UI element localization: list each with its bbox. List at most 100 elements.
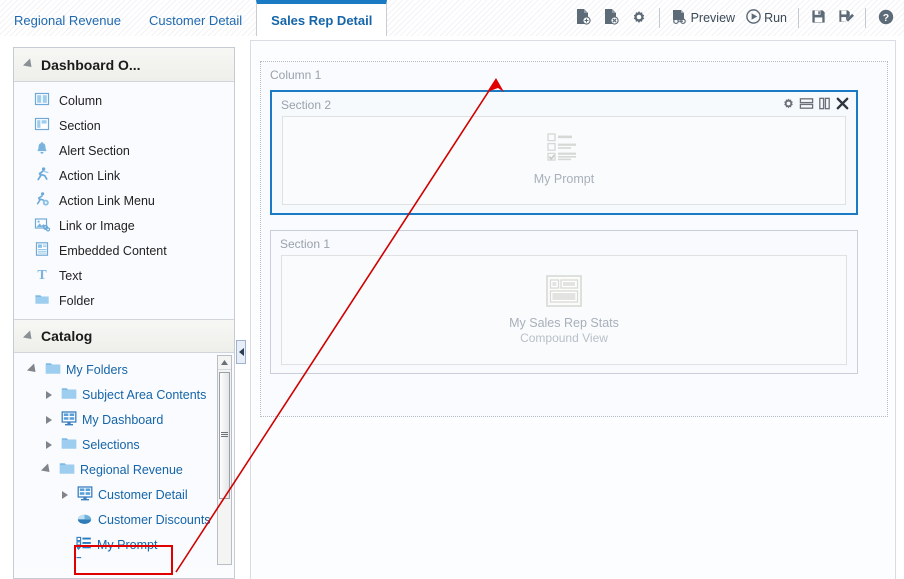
expand-toggle[interactable] [42,390,56,399]
dashboard-objects-list: Column Section Alert Section Action Link… [14,82,234,319]
tree-node-my-prompt[interactable]: My Prompt [14,532,234,557]
section-1-placeholder-label: My Sales Rep Stats [509,315,619,330]
dashboard-objects-title: Dashboard O... [41,56,141,73]
expand-toggle[interactable] [42,440,56,449]
text-icon: T [34,266,50,285]
object-item-link-or-image[interactable]: Link or Image [14,213,234,238]
section-2-dropzone[interactable]: My Prompt [282,116,846,205]
expand-toggle[interactable] [58,490,72,499]
expand-toggle[interactable] [42,415,56,424]
delete-page-icon [602,8,620,29]
section-1-placeholder-sublabel: Compound View [520,331,608,346]
object-item-embedded-content[interactable]: Embedded Content [14,238,234,263]
tree-node-customer-discounts[interactable]: Customer Discounts [14,507,234,532]
object-item-label: Action Link [59,168,121,183]
tree-node-my-folders[interactable]: My Folders [14,357,234,382]
preview-label: Preview [690,11,736,25]
tree-node-my-dashboard[interactable]: My Dashboard [14,407,234,432]
tab-label: Sales Rep Detail [271,12,373,28]
folder-icon [61,386,77,403]
action-link-menu-icon [34,191,50,210]
save-button[interactable] [805,5,832,31]
delete-page-button[interactable] [597,5,625,31]
add-page-button[interactable] [569,5,597,31]
object-item-section[interactable]: Section [14,113,234,138]
column-title: Column 1 [270,68,322,82]
save-as-button[interactable] [832,5,859,31]
scroll-up-arrow[interactable] [218,356,231,370]
dashboard-canvas: Column 1 Section 2 My Prompt Section 1 M… [250,40,896,579]
dashboard-objects-header[interactable]: Dashboard O... [14,48,234,82]
section-title: Section 2 [281,98,332,112]
tree-node-label: My Folders [66,362,128,377]
embedded-content-icon [34,241,50,260]
expand-toggle[interactable] [40,463,54,476]
tab-customer-detail[interactable]: Customer Detail [135,4,256,36]
save-icon [810,8,827,28]
tree-node-regional-revenue[interactable]: Regional Revenue [14,457,234,482]
prompt-icon [76,557,92,567]
tree-node-selections[interactable]: Selections [14,432,234,457]
run-button[interactable]: Run [740,5,792,31]
run-label: Run [764,11,787,25]
tree-node-customer-detail[interactable]: Customer Detail [14,482,234,507]
section-1-dropzone[interactable]: My Sales Rep Stats Compound View [281,255,847,365]
tab-regional-revenue[interactable]: Regional Revenue [0,4,135,36]
object-item-label: Alert Section [59,143,130,158]
catalog-tree: My Folders Subject Area Contents My Dash… [14,353,234,567]
chevron-down-icon [40,463,54,476]
scrollbar-thumb[interactable] [219,372,230,499]
grip-icon [221,432,228,439]
compound-view-icon [546,274,582,310]
section-toolbar [781,96,850,114]
section-title: Section 1 [280,237,331,251]
tree-node-subject-area-contents[interactable]: Subject Area Contents [14,382,234,407]
link-image-icon [34,216,51,235]
dashboard-icon [61,410,77,429]
tab-sales-rep-detail[interactable]: Sales Rep Detail [256,0,388,36]
column-icon [34,91,50,110]
svg-text:?: ? [883,12,889,24]
tree-node-label: Customer Detail [98,487,188,502]
section-2[interactable]: Section 2 My Prompt [270,90,858,215]
column-container[interactable]: Column 1 Section 2 My Prompt Section 1 M… [260,61,888,417]
object-item-alert-section[interactable]: Alert Section [14,138,234,163]
tree-node-partial[interactable] [14,557,234,567]
gear-icon[interactable] [781,96,796,114]
object-item-label: Link or Image [59,218,135,233]
object-item-label: Folder [59,293,95,308]
panel-collapse-handle[interactable] [236,340,246,364]
object-item-text[interactable]: T Text [14,263,234,288]
preview-button[interactable]: Preview [666,5,740,31]
catalog-scrollbar[interactable] [217,355,232,565]
object-item-action-link[interactable]: Action Link [14,163,234,188]
tree-node-label: My Dashboard [82,412,164,427]
vertical-layout-icon[interactable] [817,96,832,114]
save-as-icon [837,8,854,28]
object-item-action-link-menu[interactable]: Action Link Menu [14,188,234,213]
folder-icon [59,461,75,478]
section-icon [34,116,50,135]
close-icon[interactable] [835,96,850,114]
horizontal-layout-icon[interactable] [799,96,814,114]
add-page-icon [574,8,592,29]
chevron-left-icon [238,348,244,356]
help-button[interactable]: ? [872,5,900,31]
folder-icon [45,361,61,378]
catalog-header[interactable]: Catalog [14,319,234,353]
catalog-title: Catalog [41,328,93,344]
tree-node-label: Subject Area Contents [82,387,207,402]
tools-button[interactable] [625,5,653,31]
action-link-icon [34,166,50,185]
object-item-label: Column [59,93,103,108]
toolbar-divider [658,8,660,28]
chevron-down-icon [26,363,40,376]
tab-label: Customer Detail [148,12,243,28]
dashboard-page-tabs: Regional Revenue Customer Detail Sales R… [0,0,388,36]
chevron-right-icon [46,440,52,449]
object-item-column[interactable]: Column [14,88,234,113]
object-item-folder[interactable]: Folder [14,288,234,313]
expand-toggle[interactable] [26,363,40,376]
tree-node-label: Regional Revenue [80,462,183,477]
section-1[interactable]: Section 1 My Sales Rep Stats Compound Vi… [270,230,858,374]
